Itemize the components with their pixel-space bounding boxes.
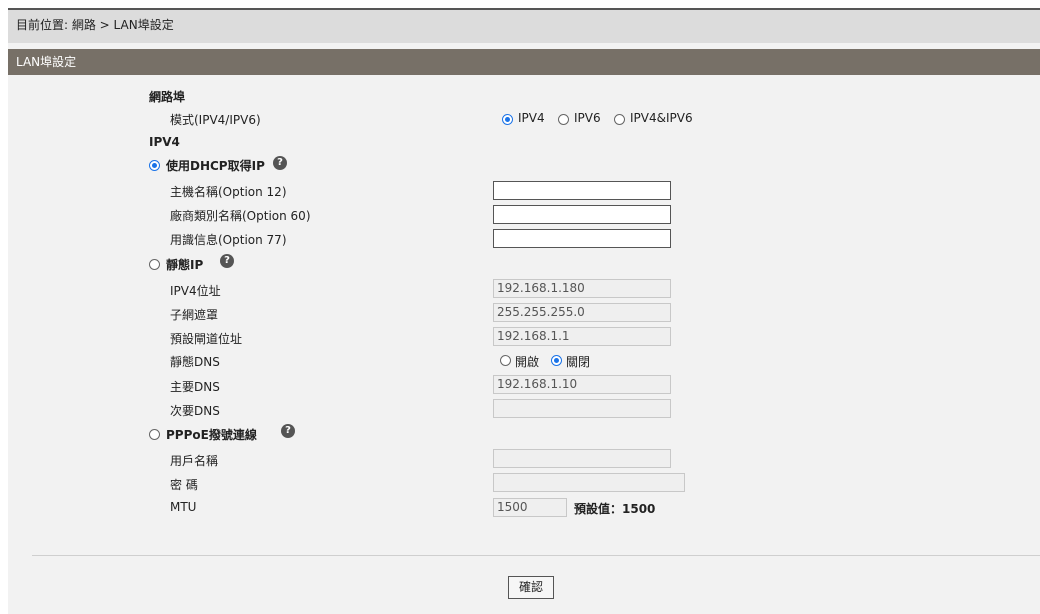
settings-panel: LAN埠設定 網路埠 模式(IPV4/IPV6) IPV4 IPV6 IPV4&… [8,43,1040,614]
breadcrumb: 目前位置: 網路 > LAN埠設定 [8,10,1040,43]
static-dns-option-off: 關閉 [566,355,591,369]
panel-title: LAN埠設定 [8,49,1040,75]
user-class-label: 用識信息(Option 77) [170,233,287,247]
help-icon[interactable]: ? [273,156,287,170]
subnet-mask-label: 子網遮罩 [170,308,219,322]
ipv4-heading: IPV4 [149,135,180,149]
hostname-label: 主機名稱(Option 12) [170,185,287,199]
mtu-label: MTU [170,500,197,514]
subnet-mask-input[interactable]: 255.255.255.0 [493,303,671,322]
username-input[interactable] [493,449,671,468]
gateway-label: 預設閘道位址 [170,332,243,346]
password-input[interactable] [493,473,685,492]
gateway-input[interactable]: 192.168.1.1 [493,327,671,346]
mtu-input[interactable]: 1500 [493,498,567,517]
pppoe-label: PPPoE撥號連線 [166,428,257,442]
ipv4-address-label: IPV4位址 [170,284,221,298]
help-icon[interactable]: ? [281,424,295,438]
secondary-dns-input[interactable] [493,399,671,418]
help-icon[interactable]: ? [220,254,234,268]
mode-option-ipv4: IPV4 [518,111,545,125]
username-label: 用戶名稱 [170,454,219,468]
mode-radio-ipv4-ipv6[interactable] [614,114,625,125]
static-dns-label: 靜態DNS [170,355,220,369]
static-dns-radio-off[interactable] [551,355,562,366]
primary-dns-label: 主要DNS [170,380,220,394]
dhcp-radio[interactable] [149,160,160,171]
user-class-input[interactable] [493,229,671,248]
password-label: 密 碼 [170,478,198,492]
primary-dns-input[interactable]: 192.168.1.10 [493,375,671,394]
hostname-input[interactable] [493,181,671,200]
static-dns-radio-on[interactable] [500,355,511,366]
mtu-default-text: 預設值：1500 [574,502,656,516]
section-port-heading: 網路埠 [149,90,186,104]
static-ip-radio[interactable] [149,259,160,270]
mode-option-ipv4-ipv6: IPV4&IPV6 [630,111,693,125]
mode-radio-ipv6[interactable] [558,114,569,125]
vendor-class-label: 廠商類別名稱(Option 60) [170,209,311,223]
confirm-button[interactable]: 確認 [508,576,554,599]
static-dns-option-on: 開啟 [515,355,540,369]
vendor-class-input[interactable] [493,205,671,224]
mode-label: 模式(IPV4/IPV6) [170,113,261,127]
dhcp-label: 使用DHCP取得IP [166,159,265,173]
mode-radio-ipv4[interactable] [502,114,513,125]
mode-option-ipv6: IPV6 [574,111,601,125]
secondary-dns-label: 次要DNS [170,404,220,418]
static-ip-label: 靜態IP [166,258,204,272]
ipv4-address-input[interactable]: 192.168.1.180 [493,279,671,298]
divider [32,555,1040,556]
pppoe-radio[interactable] [149,429,160,440]
